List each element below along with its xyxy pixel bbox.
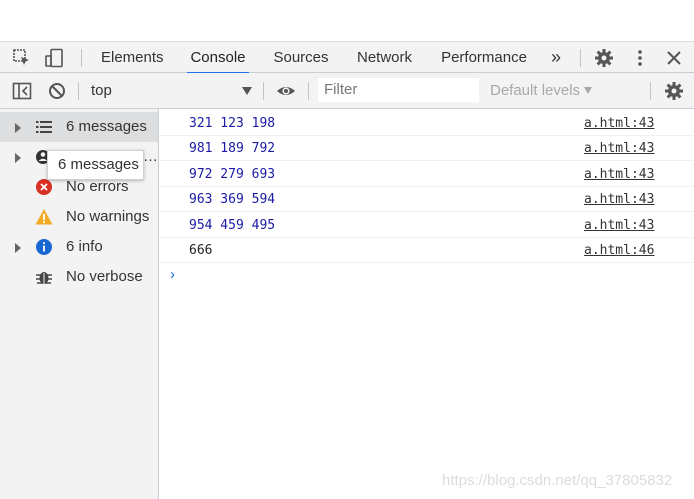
tab-console[interactable]: Console bbox=[187, 42, 249, 74]
sidebar-item-label: … bbox=[143, 148, 158, 165]
settings-gear-icon[interactable] bbox=[594, 48, 614, 68]
error-icon bbox=[36, 179, 52, 195]
toolbar-divider bbox=[308, 82, 309, 100]
log-levels-dropdown[interactable]: Default levels bbox=[490, 82, 580, 99]
sidebar-item-label: 6 messages bbox=[66, 118, 147, 135]
info-icon bbox=[36, 239, 52, 255]
tab-network[interactable]: Network bbox=[354, 42, 415, 73]
console-message: 981 189 792 a.html:43 bbox=[160, 136, 694, 161]
sidebar-item-label: 6 info bbox=[66, 238, 103, 255]
sidebar-item-label: No verbose bbox=[66, 268, 143, 285]
source-link[interactable]: a.html:46 bbox=[584, 243, 654, 258]
sidebar-item-label: No errors bbox=[66, 178, 129, 195]
bug-icon bbox=[36, 272, 52, 284]
console-toolbar: top Filter Default levels bbox=[0, 73, 694, 109]
console-output: 321 123 198 a.html:43 981 189 792 a.html… bbox=[160, 109, 694, 499]
toolbar-divider bbox=[263, 82, 264, 100]
message-text: 954 459 495 bbox=[189, 218, 276, 233]
clear-console-icon[interactable] bbox=[47, 81, 67, 101]
warning-icon bbox=[35, 209, 53, 225]
console-message: 963 369 594 a.html:43 bbox=[160, 187, 694, 212]
expand-triangle-icon[interactable] bbox=[15, 123, 21, 133]
toolbar-divider bbox=[81, 49, 82, 67]
source-link[interactable]: a.html:43 bbox=[584, 141, 654, 156]
sidebar-item-messages[interactable]: 6 messages bbox=[0, 112, 158, 142]
tooltip: 6 messages bbox=[47, 150, 144, 180]
source-link[interactable]: a.html:43 bbox=[584, 116, 654, 131]
list-icon bbox=[36, 121, 52, 133]
toolbar-divider bbox=[78, 82, 79, 100]
console-prompt[interactable]: › bbox=[170, 266, 175, 283]
expand-triangle-icon[interactable] bbox=[15, 153, 21, 163]
sidebar-item-verbose[interactable]: No verbose bbox=[0, 262, 158, 292]
sidebar-item-info[interactable]: 6 info bbox=[0, 232, 158, 262]
console-message: 972 279 693 a.html:43 bbox=[160, 162, 694, 187]
filter-input[interactable]: Filter bbox=[318, 78, 479, 102]
context-selector[interactable]: top bbox=[91, 82, 112, 99]
toolbar-divider bbox=[580, 49, 581, 67]
levels-chevron-icon[interactable] bbox=[584, 87, 592, 94]
watermark: https://blog.csdn.net/qq_37805832 bbox=[442, 472, 673, 489]
console-settings-icon[interactable] bbox=[664, 81, 684, 101]
message-text: 981 189 792 bbox=[189, 141, 276, 156]
eye-icon[interactable] bbox=[276, 81, 296, 101]
source-link[interactable]: a.html:43 bbox=[584, 218, 654, 233]
expand-triangle-icon[interactable] bbox=[15, 243, 21, 253]
show-sidebar-icon[interactable] bbox=[12, 81, 32, 101]
tab-performance[interactable]: Performance bbox=[441, 42, 527, 73]
chevron-down-icon[interactable] bbox=[242, 87, 252, 95]
console-message: 954 459 495 a.html:43 bbox=[160, 213, 694, 238]
source-link[interactable]: a.html:43 bbox=[584, 192, 654, 207]
close-icon[interactable] bbox=[664, 48, 684, 68]
sidebar-item-warnings[interactable]: No warnings bbox=[0, 202, 158, 232]
console-message: 321 123 198 a.html:43 bbox=[160, 111, 694, 136]
toolbar-divider bbox=[650, 82, 651, 100]
source-link[interactable]: a.html:43 bbox=[584, 167, 654, 182]
devtools-tabbar: Elements Console Sources Network Perform… bbox=[0, 41, 694, 74]
message-text: 963 369 594 bbox=[189, 192, 276, 207]
tab-sources[interactable]: Sources bbox=[273, 42, 329, 73]
device-toolbar-icon[interactable] bbox=[44, 48, 64, 68]
more-tabs-button[interactable]: » bbox=[547, 42, 565, 73]
more-options-icon[interactable] bbox=[630, 48, 650, 68]
tab-elements[interactable]: Elements bbox=[101, 42, 164, 73]
sidebar-item-label: No warnings bbox=[66, 208, 150, 225]
message-text: 972 279 693 bbox=[189, 167, 276, 182]
message-text: 666 bbox=[189, 243, 213, 258]
console-message: 666 a.html:46 bbox=[160, 238, 694, 263]
message-text: 321 123 198 bbox=[189, 116, 276, 131]
inspect-element-icon[interactable] bbox=[12, 48, 32, 68]
blank-top-area bbox=[0, 0, 694, 41]
